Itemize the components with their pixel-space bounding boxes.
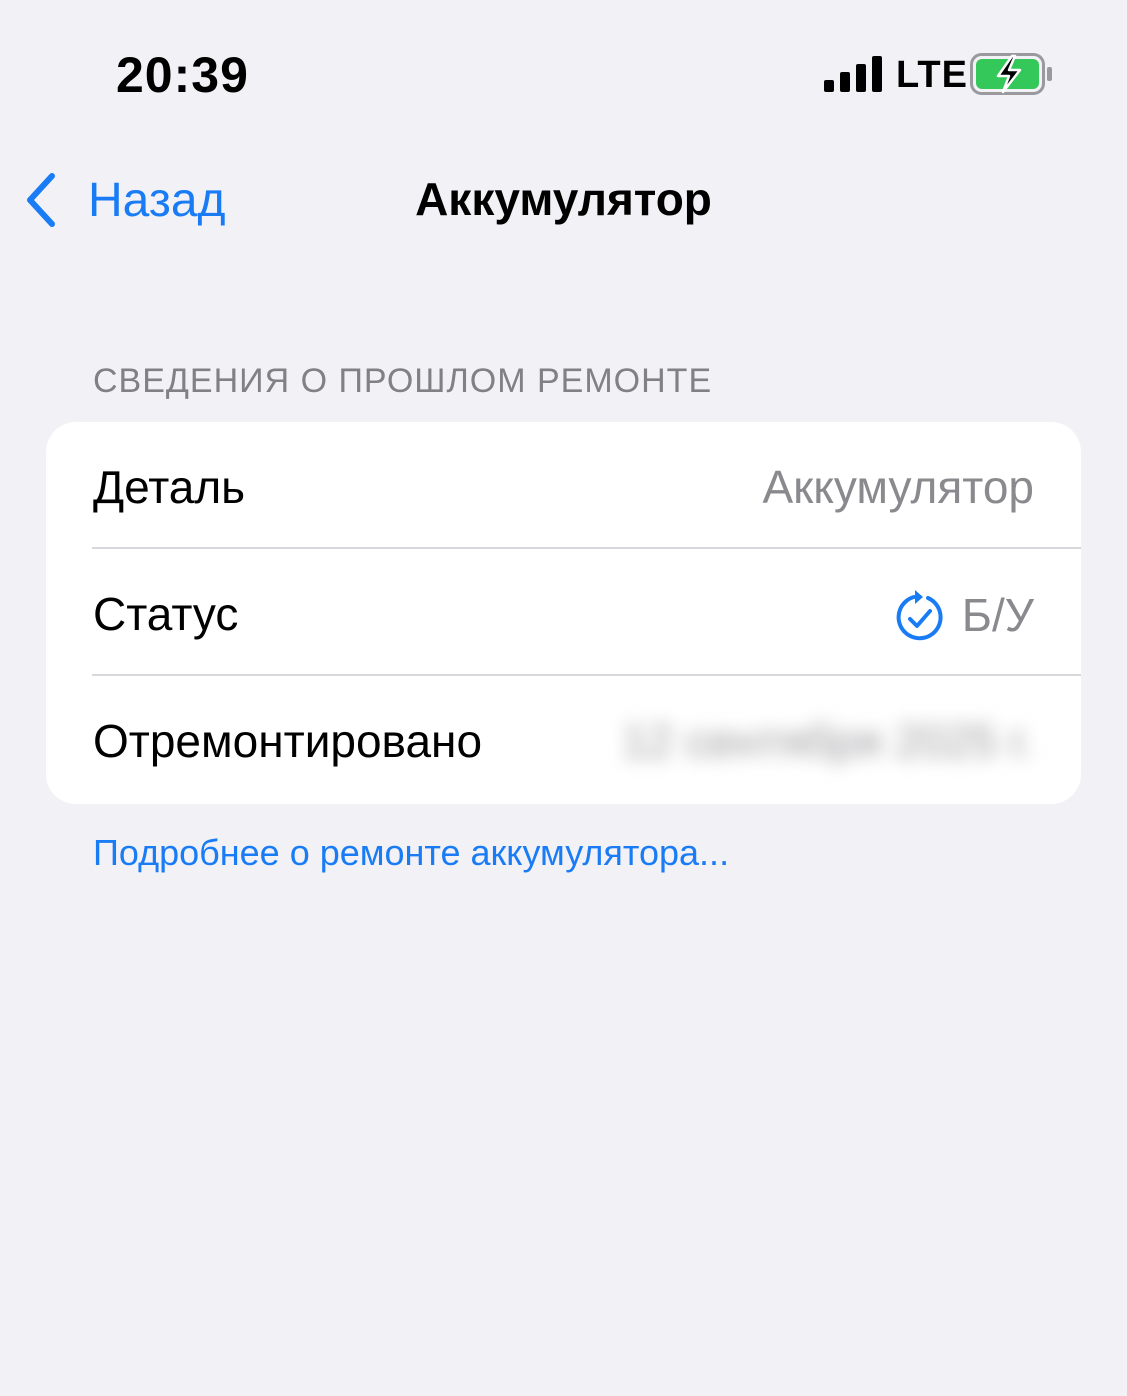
row-repaired-value: 12 сентября 2025 г. <box>621 715 1034 767</box>
row-status-value: Б/У <box>961 589 1034 641</box>
page-title: Аккумулятор <box>415 173 712 225</box>
row-repaired: Отремонтировано 12 сентября 2025 г. <box>46 676 1081 803</box>
used-part-check-icon <box>896 590 943 641</box>
row-part-value: Аккумулятор <box>762 461 1034 513</box>
row-status: Статус Б/У <box>46 549 1081 676</box>
cellular-signal-icon <box>824 56 882 92</box>
status-time: 20:39 <box>116 47 249 103</box>
battery-repair-screen: 20:39 LTE Назад Аккумулятор СВЕДЕНИЯ О П… <box>0 0 1127 1396</box>
row-status-value-group: Б/У <box>894 587 1034 643</box>
row-status-label: Статус <box>93 588 239 640</box>
status-bar: 20:39 LTE <box>0 0 1127 140</box>
network-type: LTE <box>896 54 968 96</box>
row-part-label: Деталь <box>93 461 246 513</box>
navigation-bar: Назад Аккумулятор <box>0 150 1127 250</box>
repair-info-card: Деталь Аккумулятор Статус Б/У Отремонтир… <box>46 422 1081 804</box>
row-repaired-label: Отремонтировано <box>93 715 483 767</box>
battery-repair-info-link[interactable]: Подробнее о ремонте аккумулятора... <box>93 832 729 874</box>
row-part: Деталь Аккумулятор <box>46 422 1081 549</box>
battery-charging-icon <box>970 53 1052 95</box>
section-header: СВЕДЕНИЯ О ПРОШЛОМ РЕМОНТЕ <box>93 362 713 400</box>
